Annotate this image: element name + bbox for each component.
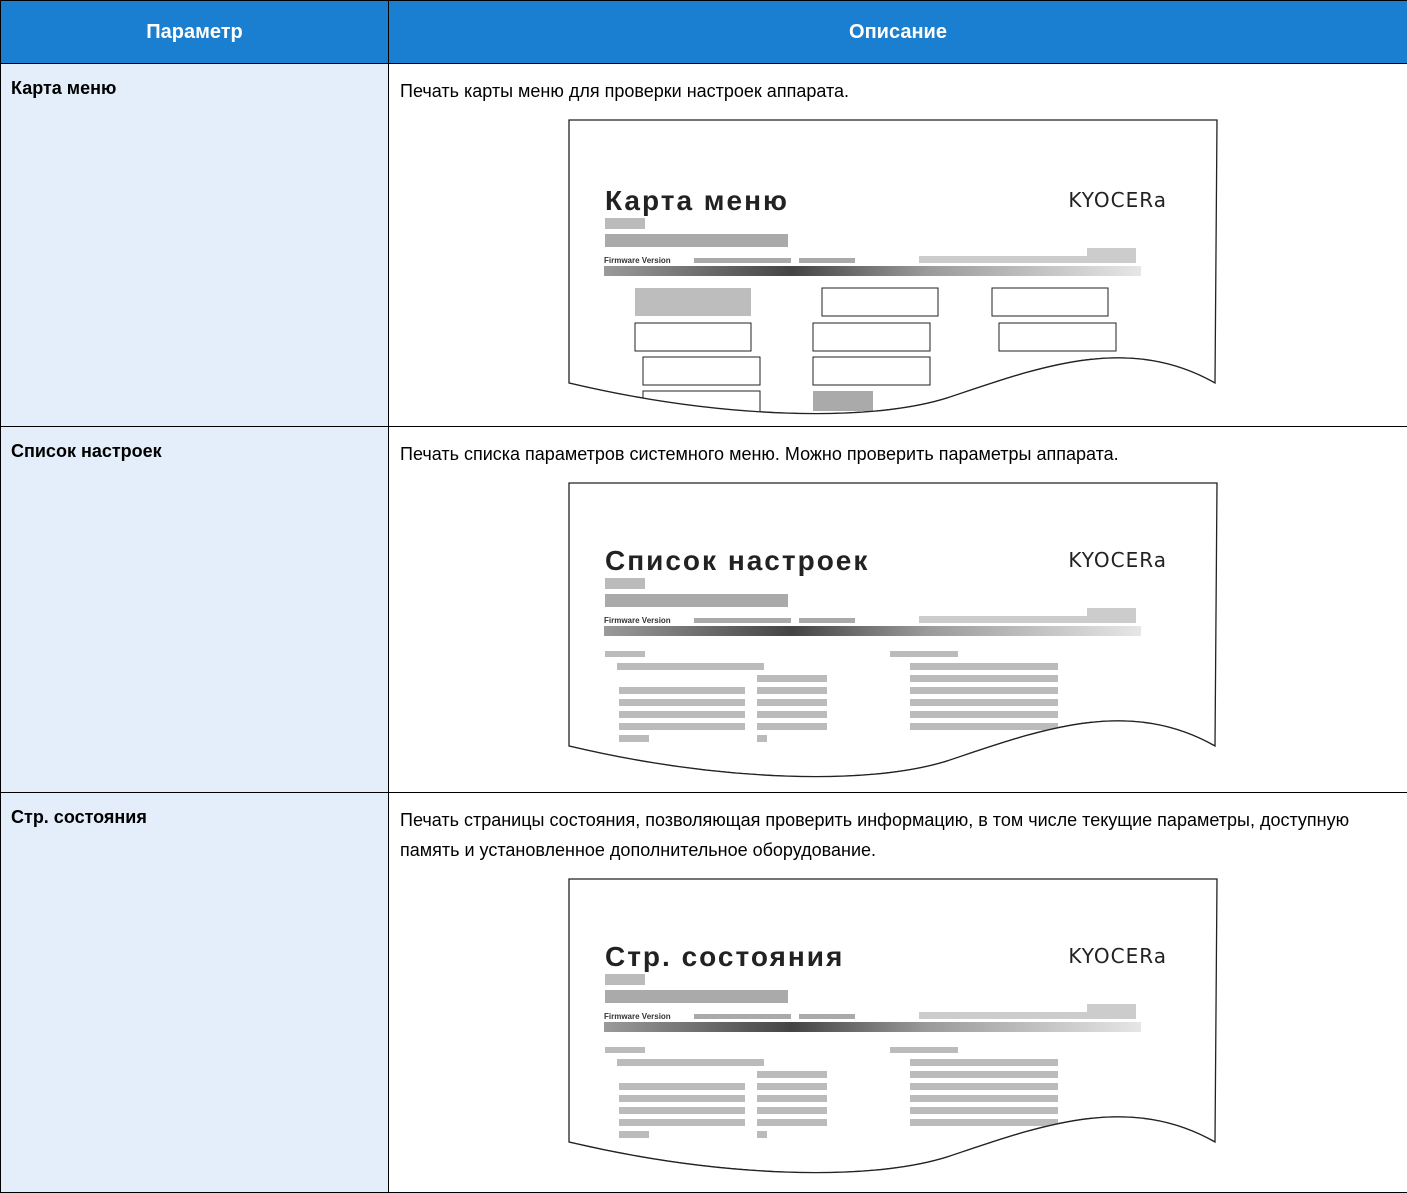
firmware-version-label: Firmware Version (604, 256, 671, 265)
param-name-settings-list: Список настроек (1, 427, 389, 793)
table-row: Карта меню Печать карты меню для проверк… (1, 64, 1407, 427)
header-description: Описание (389, 1, 1407, 64)
firmware-version-label: Firmware Version (604, 1012, 671, 1021)
sample-settings-list: Список настроек KYOCERa Firmware Version (567, 481, 1237, 786)
param-name-menu-map: Карта меню (1, 64, 389, 427)
header-parameter: Параметр (1, 1, 389, 64)
desc-cell: Печать страницы состояния, позволяющая п… (389, 793, 1407, 1193)
kyocera-logo: KYOCERa (1068, 944, 1167, 968)
sample-title: Список настроек (605, 545, 869, 577)
table-header-row: Параметр Описание (1, 1, 1407, 64)
sample-title: Стр. состояния (605, 941, 844, 973)
desc-cell: Печать списка параметров системного меню… (389, 427, 1407, 793)
parameters-table: Параметр Описание Карта меню Печать карт… (0, 0, 1407, 1193)
kyocera-logo: KYOCERa (1068, 188, 1167, 212)
table-row: Список настроек Печать списка параметров… (1, 427, 1407, 793)
desc-text: Печать карты меню для проверки настроек … (400, 76, 1397, 106)
desc-text: Печать списка параметров системного меню… (400, 439, 1397, 469)
param-name-status-page: Стр. состояния (1, 793, 389, 1193)
desc-text: Печать страницы состояния, позволяющая п… (400, 805, 1397, 865)
table-row: Стр. состояния Печать страницы состояния… (1, 793, 1407, 1193)
sample-menu-map: Карта меню KYOCERa Firmware Version (567, 118, 1237, 423)
paper-sample-image (567, 118, 1237, 423)
paper-sample-image (567, 481, 1237, 786)
sample-title: Карта меню (605, 185, 789, 217)
desc-cell: Печать карты меню для проверки настроек … (389, 64, 1407, 427)
kyocera-logo: KYOCERa (1068, 548, 1167, 572)
paper-sample-image (567, 877, 1237, 1182)
firmware-version-label: Firmware Version (604, 616, 671, 625)
sample-status-page: Стр. состояния KYOCERa Firmware Version (567, 877, 1237, 1182)
